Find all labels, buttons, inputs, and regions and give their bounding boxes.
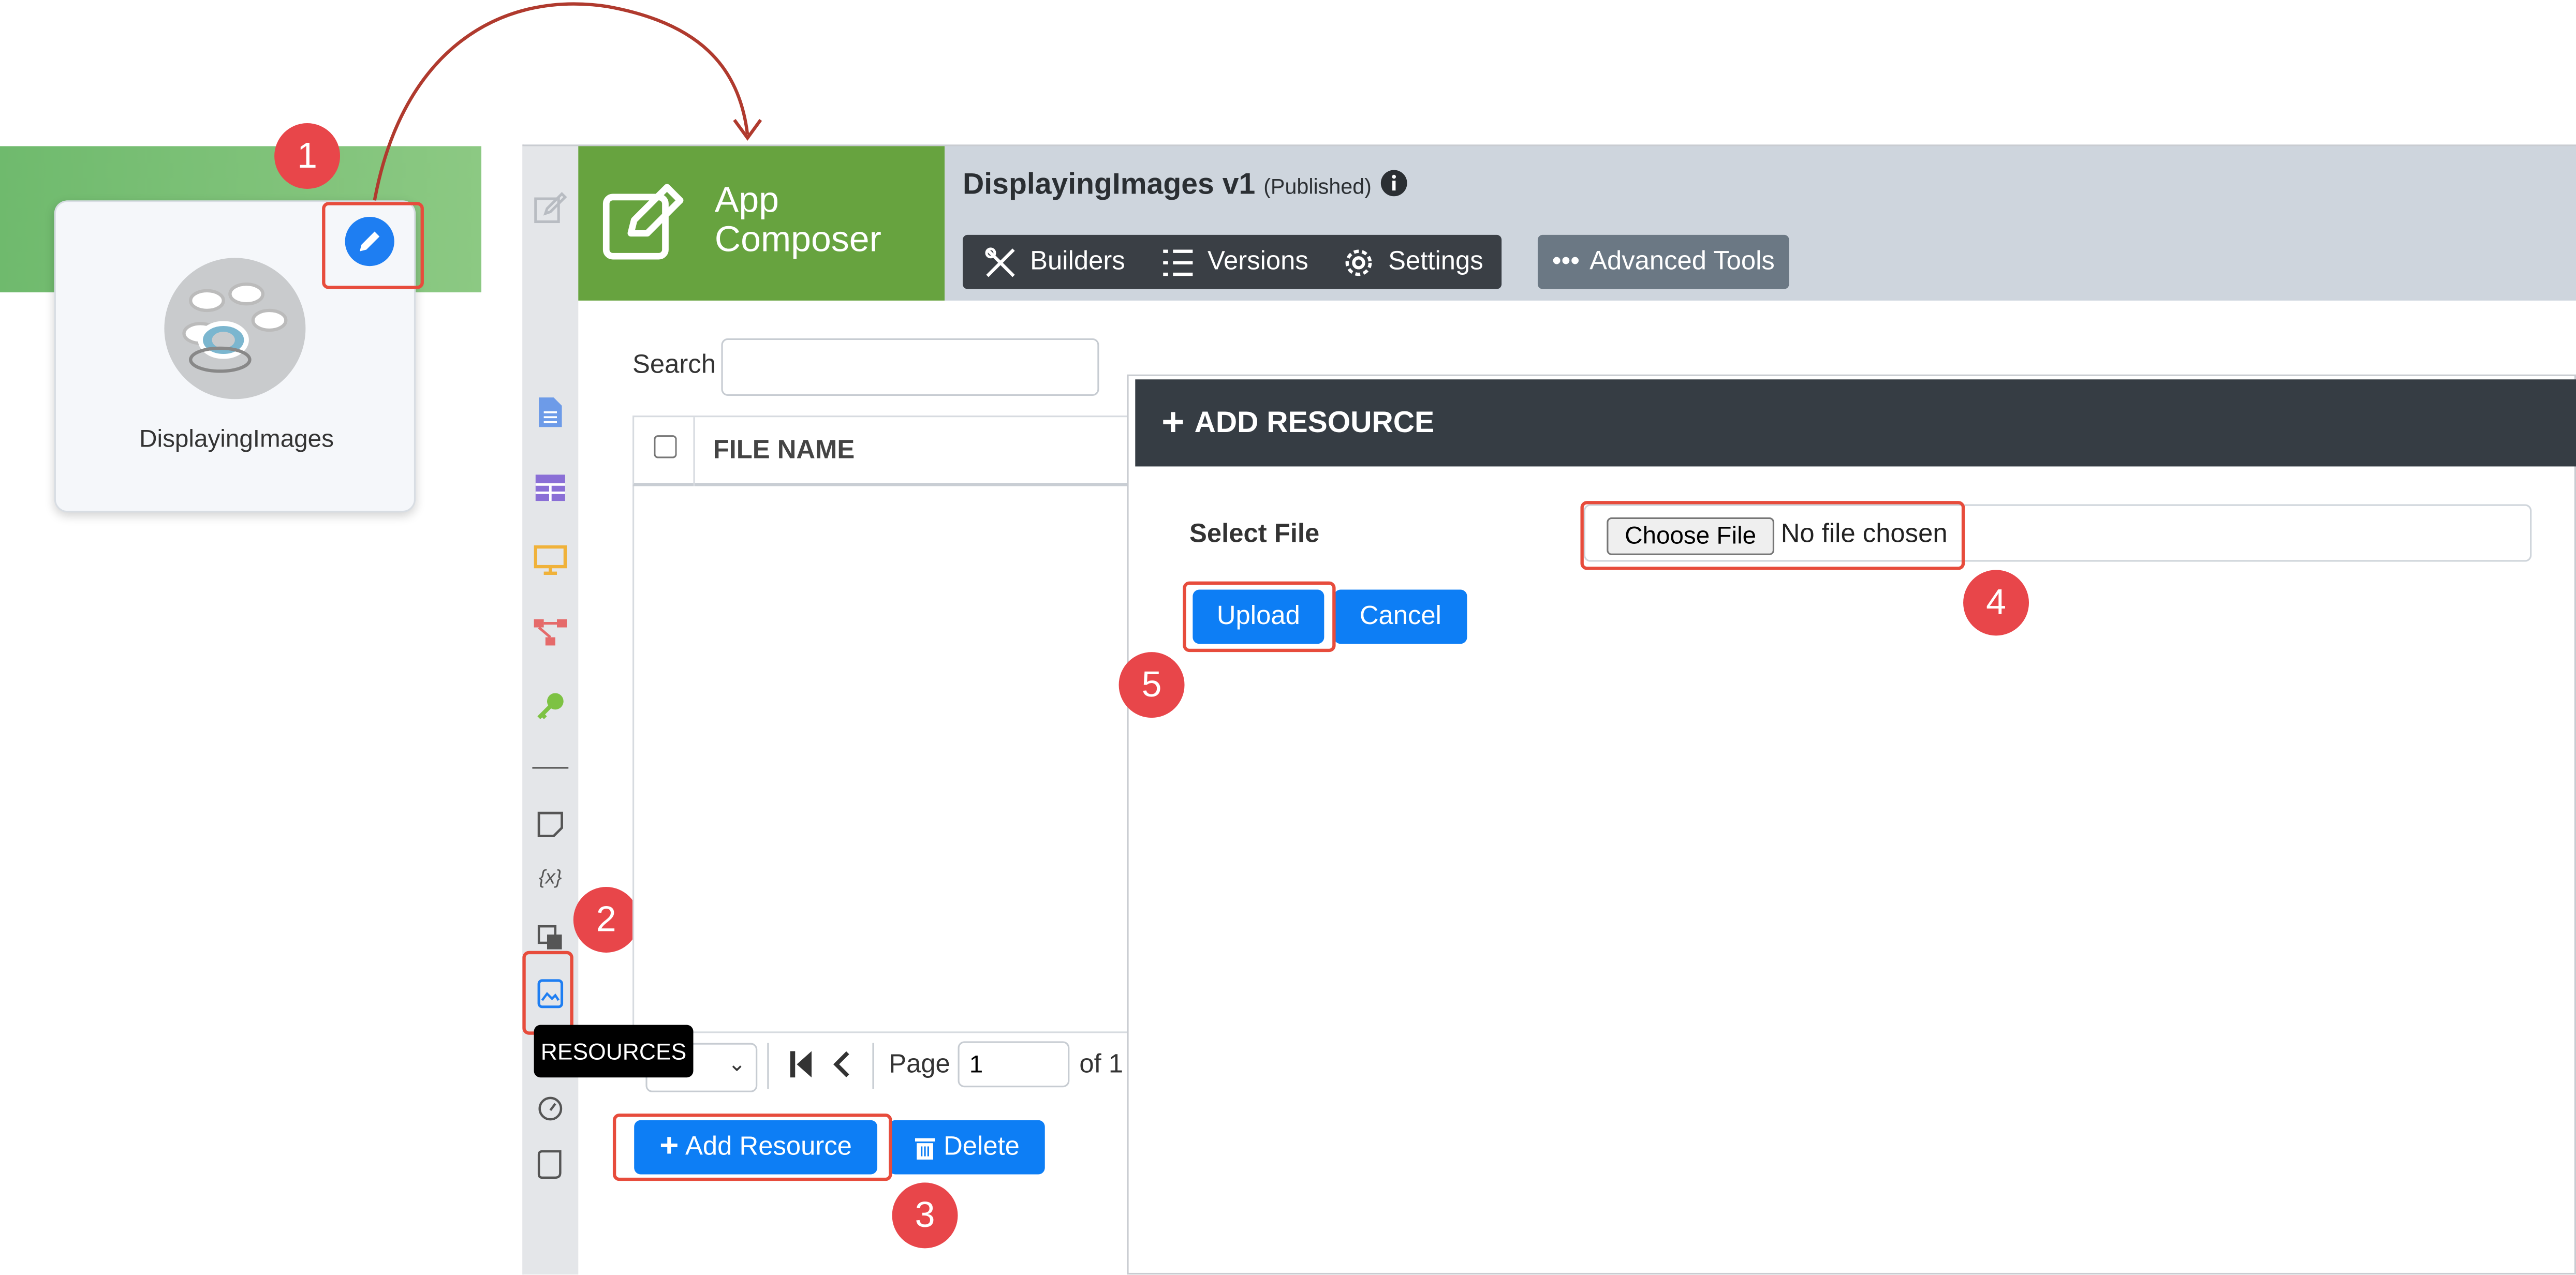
main-toolbar: Builders Versions Settings — [963, 234, 1502, 289]
script-icon[interactable] — [532, 1147, 568, 1183]
step-badge-3: 3 — [892, 1182, 958, 1249]
workflow-icon[interactable] — [532, 614, 568, 650]
page-number-input[interactable] — [958, 1041, 1070, 1088]
trash-icon — [916, 1137, 936, 1159]
first-page-icon[interactable] — [789, 1049, 815, 1079]
settings-label: Settings — [1388, 247, 1483, 275]
tables-icon[interactable] — [532, 470, 568, 506]
select-file-label: Select File — [1189, 521, 1320, 549]
advanced-tools-label: Advanced Tools — [1589, 247, 1775, 275]
list-icon — [1163, 248, 1193, 275]
app-title-text: DisplayingImages v1 — [963, 167, 1256, 201]
step-badge-2: 2 — [573, 887, 639, 953]
highlight-edit-button — [322, 202, 424, 289]
app-status: (Published) — [1263, 174, 1372, 199]
brand-name: App Composer — [714, 179, 881, 260]
page-title: DisplayingImages v1 (Published) — [963, 168, 1408, 202]
settings-tab[interactable]: Settings — [1341, 235, 1483, 289]
highlight-add-resource — [612, 1114, 892, 1181]
highlight-choose-file — [1580, 501, 1965, 570]
page-label: Page — [889, 1051, 950, 1079]
column-divider — [693, 417, 695, 488]
info-icon[interactable] — [1380, 169, 1408, 197]
tools-icon — [985, 246, 1015, 276]
chevron-down-icon: ⌄ — [728, 1051, 746, 1076]
app-icon — [164, 258, 306, 399]
previous-page-icon[interactable] — [830, 1049, 852, 1079]
ellipsis-icon: ••• — [1552, 247, 1580, 275]
pager-divider — [872, 1043, 874, 1089]
step-badge-1: 1 — [274, 123, 341, 189]
edit-icon[interactable] — [532, 190, 568, 227]
resources-table-body — [632, 486, 1142, 1028]
delete-button[interactable]: Delete — [889, 1120, 1045, 1175]
builders-tab[interactable]: Builders — [982, 235, 1125, 289]
compose-icon — [602, 184, 684, 260]
column-file-name[interactable]: FILE NAME — [713, 437, 855, 466]
search-input[interactable] — [721, 338, 1099, 396]
sidebar-divider — [532, 767, 569, 769]
pagination: ⌄ Page of 1 — [632, 1031, 1142, 1097]
plus-icon: + — [1161, 399, 1185, 444]
brand-line-2: Composer — [714, 218, 881, 260]
gear-icon — [1345, 248, 1372, 275]
delete-label: Delete — [944, 1132, 1020, 1161]
cancel-button[interactable]: Cancel — [1334, 589, 1467, 644]
network-icon — [182, 282, 288, 373]
variables-icon[interactable]: {x} — [532, 859, 568, 895]
dialog-header: + ADD RESOURCE — [1135, 379, 2576, 467]
pager-divider — [767, 1043, 769, 1089]
resources-tooltip: RESOURCES — [534, 1025, 694, 1078]
highlight-resources — [522, 951, 573, 1035]
highlight-upload — [1183, 581, 1336, 653]
resources-table-header: FILE NAME — [632, 416, 1142, 488]
pages-icon[interactable] — [532, 394, 568, 431]
key-icon[interactable] — [532, 688, 568, 724]
note-icon[interactable] — [532, 806, 568, 842]
brand-line-1: App — [714, 179, 779, 220]
step-badge-5: 5 — [1118, 652, 1185, 718]
versions-label: Versions — [1207, 247, 1308, 275]
page-count: of 1 — [1079, 1051, 1124, 1079]
app-card-name: DisplayingImages — [139, 425, 334, 454]
screen-icon[interactable] — [532, 542, 568, 578]
versions-tab[interactable]: Versions — [1160, 235, 1308, 289]
search-label: Search — [632, 351, 716, 380]
advanced-tools-button[interactable]: ••• Advanced Tools — [1537, 234, 1789, 289]
step-badge-4: 4 — [1963, 570, 2029, 636]
select-all-checkbox[interactable] — [654, 435, 677, 458]
dialog-title: ADD RESOURCE — [1194, 406, 1435, 439]
builders-label: Builders — [1030, 247, 1125, 275]
gauge-icon[interactable] — [532, 1091, 568, 1127]
